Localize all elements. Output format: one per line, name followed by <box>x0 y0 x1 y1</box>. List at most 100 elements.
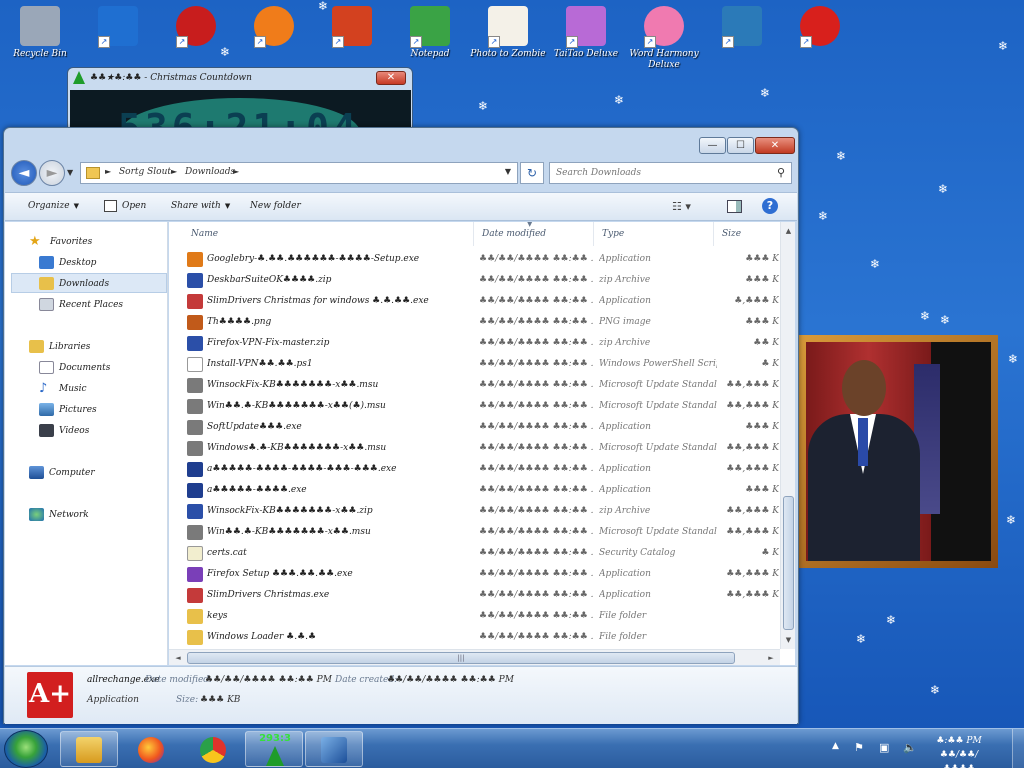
file-row[interactable]: Win♣♣.♣-KB♣♣♣♣♣♣♣-x♣♣(♣).msu ♣♣/♣♣/♣♣♣♣ ♣… <box>183 396 779 417</box>
address-dropdown-icon[interactable]: ▼ <box>505 167 511 176</box>
file-row[interactable]: Win♣♣.♣-KB♣♣♣♣♣♣♣-x♣♣.msu ♣♣/♣♣/♣♣♣♣ ♣♣:♣… <box>183 522 779 543</box>
maximize-button[interactable]: ☐ <box>727 137 754 154</box>
share-with-button[interactable]: Share with ▼ <box>171 201 230 211</box>
minimize-button[interactable]: — <box>699 137 726 154</box>
nav-documents[interactable]: Documents <box>39 358 110 378</box>
nav-videos[interactable]: Videos <box>39 421 89 441</box>
volume-icon[interactable]: 🔈 <box>903 741 917 754</box>
countdown-widget-window[interactable]: ♣♣★♣:♣♣ - Christmas Countdown ✕ 536:21:0… <box>67 67 413 131</box>
nav-downloads[interactable]: Downloads <box>11 273 167 293</box>
nav-favorites[interactable]: ★ Favorites <box>29 232 92 252</box>
back-button[interactable]: ◄ <box>11 160 37 186</box>
file-row[interactable]: WinsockFix-KB♣♣♣♣♣♣♣-x♣♣.zip ♣♣/♣♣/♣♣♣♣ ♣… <box>183 501 779 522</box>
column-header-size[interactable]: Size <box>714 222 774 246</box>
window-icon: ↗ <box>722 6 762 48</box>
scroll-left-button[interactable]: ◄ <box>171 651 185 665</box>
close-button[interactable]: ✕ <box>755 137 795 154</box>
show-hidden-icons-button[interactable]: ▲ <box>832 741 839 751</box>
breadcrumb-downloads[interactable]: Downloads <box>185 167 235 177</box>
file-row[interactable]: a♣♣♣♣♣-♣♣♣♣-♣♣♣♣-♣♣♣-♣♣♣.exe ♣♣/♣♣/♣♣♣♣ ♣… <box>183 459 779 480</box>
vertical-scrollbar[interactable]: ▲ ▼ <box>780 222 795 649</box>
open-button[interactable]: Open <box>122 201 146 211</box>
action-center-flag-icon[interactable]: ⚑ <box>854 741 864 754</box>
file-row[interactable]: keys ♣♣/♣♣/♣♣♣♣ ♣♣:♣♣ ... File folder <box>183 606 779 627</box>
show-desktop-button[interactable] <box>1012 729 1024 768</box>
explorer-titlebar[interactable]: — ☐ ✕ <box>4 128 798 162</box>
desktop-icon-shortcut[interactable]: ↗ <box>80 6 156 49</box>
file-size: ♣♣♣ K <box>745 317 779 327</box>
new-folder-button[interactable]: New folder <box>250 201 301 211</box>
file-row[interactable]: Firefox-VPN-Fix-master.zip ♣♣/♣♣/♣♣♣♣ ♣♣:… <box>183 333 779 354</box>
column-header-name[interactable]: Name <box>183 222 474 246</box>
countdown-widget-titlebar[interactable]: ♣♣★♣:♣♣ - Christmas Countdown ✕ <box>68 68 412 88</box>
change-view-button[interactable]: ☷ ▾ <box>672 200 691 213</box>
desktop-icon-recycle-bin[interactable]: Recycle Bin <box>2 6 78 60</box>
file-row[interactable]: Th♣♣♣♣.png ♣♣/♣♣/♣♣♣♣ ♣♣:♣♣ ... PNG image ♣… <box>183 312 779 333</box>
desktop-icon-shortcut[interactable]: ↗ <box>704 6 780 49</box>
preview-pane-button[interactable] <box>727 200 742 213</box>
recent-pages-dropdown[interactable]: ▼ <box>67 168 73 177</box>
scroll-up-button[interactable]: ▲ <box>782 224 795 238</box>
search-icon[interactable]: ⚲ <box>777 166 785 179</box>
nav-label: Downloads <box>59 279 110 289</box>
forward-button[interactable]: ► <box>39 160 65 186</box>
file-row[interactable]: SoftUpdate♣♣♣.exe ♣♣/♣♣/♣♣♣♣ ♣♣:♣♣ ... App… <box>183 417 779 438</box>
file-row[interactable]: certs.cat ♣♣/♣♣/♣♣♣♣ ♣♣:♣♣ ... Security Ca… <box>183 543 779 564</box>
taskbar-virtualbox[interactable] <box>305 731 363 767</box>
breadcrumb-user[interactable]: Sortg Slout <box>119 167 171 177</box>
desktop-icon-word-harmony[interactable]: ↗ Word Harmony Deluxe <box>626 6 702 71</box>
file-row[interactable]: Windows Loader ♣.♣.♣ ♣♣/♣♣/♣♣♣♣ ♣♣:♣♣ ...… <box>183 627 779 648</box>
file-row[interactable]: Install-VPN♣♣.♣♣.ps1 ♣♣/♣♣/♣♣♣♣ ♣♣:♣♣ ...… <box>183 354 779 375</box>
file-type: PNG image <box>599 317 651 327</box>
address-bar[interactable]: ► Sortg Slout ► Downloads ► ▼ <box>80 162 518 184</box>
nav-label: Favorites <box>50 237 93 247</box>
nav-pictures[interactable]: Pictures <box>39 400 97 420</box>
file-row[interactable]: WinsockFix-KB♣♣♣♣♣♣♣-x♣♣.msu ♣♣/♣♣/♣♣♣♣ ♣… <box>183 375 779 396</box>
nav-desktop[interactable]: Desktop <box>39 253 96 273</box>
network-icon[interactable]: ▣ <box>879 741 889 754</box>
nav-recent-places[interactable]: Recent Places <box>39 295 123 315</box>
taskbar-clock[interactable]: ♣:♣♣ PM ♣♣/♣♣/♣♣♣♣ <box>929 734 989 768</box>
horizontal-scrollbar[interactable]: ◄ ||| ► <box>169 649 780 665</box>
explorer-window[interactable]: — ☐ ✕ ◄ ► ▼ ► Sortg Slout ► Downloads ► … <box>3 127 799 724</box>
search-input[interactable] <box>556 164 766 182</box>
vertical-scroll-thumb[interactable] <box>783 496 794 630</box>
file-date-modified: ♣♣/♣♣/♣♣♣♣ ♣♣:♣♣ ... <box>479 401 594 411</box>
taskbar-explorer[interactable] <box>60 731 118 767</box>
nav-computer[interactable]: Computer <box>29 463 95 483</box>
file-icon <box>187 399 203 414</box>
horizontal-scroll-thumb[interactable]: ||| <box>187 652 735 664</box>
taskbar-chrome[interactable] <box>184 731 242 767</box>
photo-frame-gadget[interactable] <box>799 335 998 568</box>
help-button[interactable]: ? <box>762 198 778 214</box>
column-header-type[interactable]: Type <box>594 222 714 246</box>
desktop-icon-photo-to-zombie[interactable]: ↗ Photo to Zombie <box>470 6 546 60</box>
taskbar-firefox[interactable] <box>122 731 180 767</box>
start-button[interactable] <box>4 730 48 768</box>
desktop-icon-notepad[interactable]: ↗ Notepad <box>392 6 468 60</box>
desktop-icon-firefox[interactable]: ↗ <box>236 6 312 49</box>
file-row[interactable]: Firefox Setup ♣♣♣.♣♣.♣♣.exe ♣♣/♣♣/♣♣♣♣ ♣♣… <box>183 564 779 585</box>
file-row[interactable]: SlimDrivers Christmas for windows ♣.♣.♣♣… <box>183 291 779 312</box>
desktop-icon-shortcut[interactable]: ↗ <box>158 6 234 49</box>
refresh-button[interactable]: ↻ <box>520 162 544 184</box>
scroll-down-button[interactable]: ▼ <box>782 633 795 647</box>
nav-libraries[interactable]: Libraries <box>29 337 90 357</box>
file-row[interactable]: a♣♣♣♣♣-♣♣♣♣.exe ♣♣/♣♣/♣♣♣♣ ♣♣:♣♣ ... Appli… <box>183 480 779 501</box>
search-box[interactable]: ⚲ <box>549 162 792 184</box>
desktop-icon-shortcut[interactable]: ↗ <box>314 6 390 49</box>
file-row[interactable]: Googlebry-♣.♣♣.♣♣♣♣♣♣-♣♣♣♣-Setup.exe ♣♣/♣… <box>183 249 779 270</box>
countdown-close-button[interactable]: ✕ <box>376 71 406 85</box>
system-tray: ▲ ⚑ ▣ 🔈 ♣:♣♣ PM ♣♣/♣♣/♣♣♣♣ <box>826 729 1024 768</box>
organize-button[interactable]: Organize ▼ <box>28 201 79 211</box>
scroll-right-button[interactable]: ► <box>764 651 778 665</box>
file-row[interactable]: DeskbarSuiteOK♣♣♣♣.zip ♣♣/♣♣/♣♣♣♣ ♣♣:♣♣ .… <box>183 270 779 291</box>
nav-music[interactable]: ♪ Music <box>39 379 87 399</box>
nav-network[interactable]: Network <box>29 505 89 525</box>
desktop-icon-shortcut[interactable]: ↗ <box>782 6 858 49</box>
column-header-date-modified[interactable]: Date modified <box>474 222 594 246</box>
file-row[interactable]: Windows♣.♣-KB♣♣♣♣♣♣♣-x♣♣.msu ♣♣/♣♣/♣♣♣♣ ♣… <box>183 438 779 459</box>
file-row[interactable]: SlimDrivers Christmas.exe ♣♣/♣♣/♣♣♣♣ ♣♣:♣… <box>183 585 779 606</box>
taskbar-countdown[interactable]: 293:3 <box>245 731 303 767</box>
desktop-icon-taitao-deluxe[interactable]: ↗ TaiTao Deluxe <box>548 6 624 60</box>
